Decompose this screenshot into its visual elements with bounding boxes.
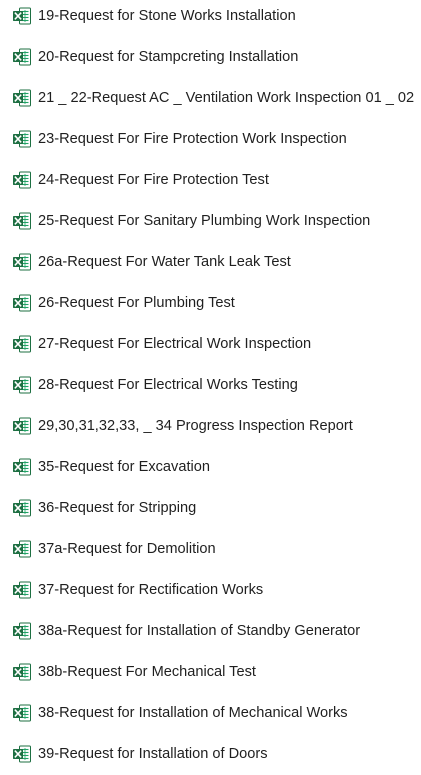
file-name: 38-Request for Installation of Mechanica…	[38, 705, 348, 721]
file-name: 21 _ 22-Request AC _ Ventilation Work In…	[38, 90, 415, 106]
excel-file-icon	[12, 416, 32, 436]
file-name: 28-Request For Electrical Works Testing	[38, 377, 298, 393]
excel-file-icon	[12, 334, 32, 354]
file-name: 26-Request For Plumbing Test	[38, 295, 235, 311]
excel-file-icon	[12, 88, 32, 108]
file-name: 26a-Request For Water Tank Leak Test	[38, 254, 291, 270]
file-item[interactable]: 38b-Request For Mechanical Test	[12, 660, 256, 684]
file-item[interactable]: 20-Request for Stampcreting Installation	[12, 45, 298, 69]
file-item[interactable]: 38-Request for Installation of Mechanica…	[12, 701, 348, 725]
file-name: 25-Request For Sanitary Plumbing Work In…	[38, 213, 371, 229]
file-name: 29,30,31,32,33, _ 34 Progress Inspection…	[38, 418, 353, 434]
file-name: 38a-Request for Installation of Standby …	[38, 623, 361, 639]
file-item[interactable]: 35-Request for Excavation	[12, 455, 210, 479]
excel-file-icon	[12, 621, 32, 641]
file-item[interactable]: 19-Request for Stone Works Installation	[12, 4, 296, 28]
file-item[interactable]: 28-Request For Electrical Works Testing	[12, 373, 298, 397]
excel-file-icon	[12, 252, 32, 272]
excel-file-icon	[12, 293, 32, 313]
file-item[interactable]: 29,30,31,32,33, _ 34 Progress Inspection…	[12, 414, 353, 438]
file-item[interactable]: 39-Request for Installation of Doors	[12, 742, 268, 766]
file-item[interactable]: 27-Request For Electrical Work Inspectio…	[12, 332, 311, 356]
excel-file-icon	[12, 580, 32, 600]
file-name: 35-Request for Excavation	[38, 459, 210, 475]
excel-file-icon	[12, 47, 32, 67]
file-name: 38b-Request For Mechanical Test	[38, 664, 256, 680]
excel-file-icon	[12, 375, 32, 395]
file-name: 23-Request For Fire Protection Work Insp…	[38, 131, 347, 147]
file-name: 27-Request For Electrical Work Inspectio…	[38, 336, 312, 352]
excel-file-icon	[12, 703, 32, 723]
file-item[interactable]: 37a-Request for Demolition	[12, 537, 216, 561]
file-item[interactable]: 26-Request For Plumbing Test	[12, 291, 235, 315]
excel-file-icon	[12, 744, 32, 764]
excel-file-icon	[12, 662, 32, 682]
excel-file-icon	[12, 498, 32, 518]
file-item[interactable]: 38a-Request for Installation of Standby …	[12, 619, 360, 643]
file-item[interactable]: 37-Request for Rectification Works	[12, 578, 263, 602]
file-name: 36-Request for Stripping	[38, 500, 197, 516]
file-name: 20-Request for Stampcreting Installation	[38, 49, 299, 65]
file-item[interactable]: 25-Request For Sanitary Plumbing Work In…	[12, 209, 370, 233]
file-name: 37-Request for Rectification Works	[38, 582, 264, 598]
excel-file-icon	[12, 6, 32, 26]
file-item[interactable]: 21 _ 22-Request AC _ Ventilation Work In…	[12, 86, 414, 110]
file-item[interactable]: 23-Request For Fire Protection Work Insp…	[12, 127, 347, 151]
excel-file-icon	[12, 539, 32, 559]
excel-file-icon	[12, 129, 32, 149]
excel-file-icon	[12, 457, 32, 477]
excel-file-icon	[12, 211, 32, 231]
excel-file-icon	[12, 170, 32, 190]
file-item[interactable]: 36-Request for Stripping	[12, 496, 196, 520]
file-name: 24-Request For Fire Protection Test	[38, 172, 269, 188]
file-name: 19-Request for Stone Works Installation	[38, 8, 296, 24]
file-item[interactable]: 24-Request For Fire Protection Test	[12, 168, 269, 192]
file-name: 37a-Request for Demolition	[38, 541, 216, 557]
file-name: 39-Request for Installation of Doors	[38, 746, 268, 762]
file-item[interactable]: 26a-Request For Water Tank Leak Test	[12, 250, 291, 274]
